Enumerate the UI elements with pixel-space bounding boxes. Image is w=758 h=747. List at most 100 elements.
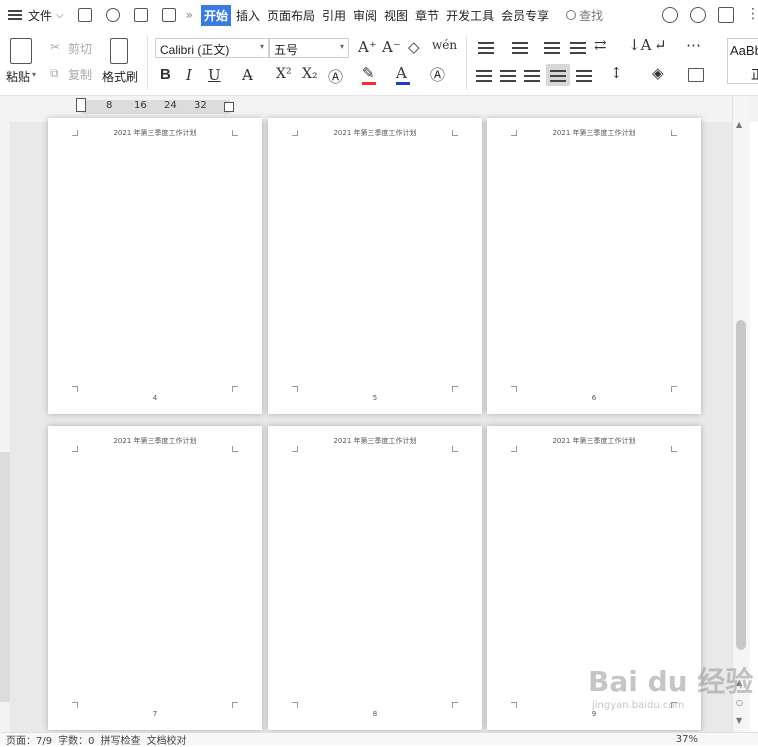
underline-button[interactable]: U xyxy=(208,66,221,84)
tab-view[interactable]: 视图 xyxy=(382,5,410,26)
tab-review[interactable]: 审阅 xyxy=(351,5,379,26)
page[interactable]: 2021 年第三季度工作计划 6 xyxy=(487,118,701,414)
grow-font-icon[interactable]: A⁺ xyxy=(358,38,377,56)
superscript-button[interactable]: X² xyxy=(276,66,292,82)
highlight-icon[interactable]: ✎ xyxy=(362,64,375,82)
format-painter-icon[interactable] xyxy=(110,38,128,64)
phonetic-guide-icon[interactable]: wén xyxy=(432,38,457,52)
doc-check-button[interactable]: 文档校对 xyxy=(146,732,186,747)
margin-corner xyxy=(671,386,677,392)
more-quick-access[interactable]: » xyxy=(186,8,193,22)
paste-icon[interactable] xyxy=(10,38,32,64)
margin-corner xyxy=(452,130,458,136)
page-header: 2021 年第三季度工作计划 xyxy=(333,437,417,445)
tab-page-layout[interactable]: 页面布局 xyxy=(265,5,317,26)
bullet-list-icon[interactable] xyxy=(478,42,494,54)
right-indent-marker[interactable] xyxy=(224,102,234,112)
align-center-icon[interactable] xyxy=(500,70,516,82)
highlight-color-bar xyxy=(362,82,376,85)
divider xyxy=(466,36,467,90)
print-preview-icon[interactable] xyxy=(161,8,176,22)
chevron-down-icon[interactable]: ⌵ xyxy=(56,10,64,21)
save-icon[interactable] xyxy=(77,8,92,22)
char-border-icon[interactable]: Ⓐ xyxy=(430,64,445,85)
margin-corner xyxy=(511,386,517,392)
margin-corner xyxy=(452,386,458,392)
table-border-icon[interactable]: ⋯ xyxy=(686,36,701,54)
export-icon[interactable] xyxy=(105,8,120,22)
page-header: 2021 年第三季度工作计划 xyxy=(552,129,636,137)
increase-indent-icon[interactable] xyxy=(570,42,586,54)
scroll-down-icon[interactable]: ▼ xyxy=(736,716,742,725)
scroll-up-icon[interactable]: ▲ xyxy=(736,120,742,129)
page-number: 8 xyxy=(372,710,378,718)
shading-icon[interactable]: ◈ xyxy=(652,64,664,82)
strikethrough-icon[interactable]: A̶ xyxy=(242,66,253,84)
distributed-icon[interactable] xyxy=(576,70,592,82)
borders-icon[interactable] xyxy=(688,68,704,82)
justify-button[interactable] xyxy=(546,64,570,86)
format-painter-button[interactable]: 格式刷 xyxy=(102,68,138,85)
cloud-icon[interactable] xyxy=(662,7,678,23)
copy-button[interactable]: 复制 xyxy=(68,66,92,83)
clear-format-icon[interactable]: ◇ xyxy=(408,38,420,56)
paste-label[interactable]: 粘贴 xyxy=(6,68,30,85)
page[interactable]: 2021 年第三季度工作计划 4 xyxy=(48,118,262,414)
tab-developer[interactable]: 开发工具 xyxy=(444,5,496,26)
page-number: 4 xyxy=(152,394,158,402)
tab-home[interactable]: 开始 xyxy=(200,4,231,26)
tab-references[interactable]: 引用 xyxy=(320,5,348,26)
text-effect-icon[interactable]: Ⓐ xyxy=(328,66,343,87)
margin-corner xyxy=(511,446,517,452)
page[interactable]: 2021 年第三季度工作计划 7 xyxy=(48,426,262,730)
margin-corner xyxy=(232,446,238,452)
shrink-font-icon[interactable]: A⁻ xyxy=(382,38,401,56)
page[interactable]: 2021 年第三季度工作计划 5 xyxy=(268,118,482,414)
decrease-indent-icon[interactable] xyxy=(544,42,560,54)
show-marks-icon[interactable]: ↵ xyxy=(654,36,667,54)
word-count[interactable]: 字数：0 xyxy=(58,732,94,747)
tab-insert[interactable]: 插入 xyxy=(234,5,262,26)
margin-corner xyxy=(511,130,517,136)
chinese-layout-icon[interactable]: ⇄ xyxy=(594,36,607,54)
numbered-list-icon[interactable] xyxy=(512,42,528,54)
print-icon[interactable] xyxy=(133,8,148,22)
italic-button[interactable]: I xyxy=(186,66,192,84)
ribbon-tabs: 开始 插入 页面布局 引用 审阅 视图 章节 开发工具 会员专享 xyxy=(200,4,554,26)
font-color-icon[interactable]: A xyxy=(396,64,407,82)
user-icon[interactable] xyxy=(690,7,706,23)
scrollbar-thumb[interactable] xyxy=(736,320,746,650)
page[interactable]: 2021 年第三季度工作计划 8 xyxy=(268,426,482,730)
margin-corner xyxy=(232,702,238,708)
font-size-select[interactable]: 五号 ▾ xyxy=(269,38,349,58)
search-box[interactable]: 查找 xyxy=(566,7,603,24)
spellcheck-button[interactable]: 拼写检查 xyxy=(100,732,140,747)
zoom-level[interactable]: 37% xyxy=(676,734,698,745)
page-indicator[interactable]: 页面：7/9 xyxy=(6,732,52,747)
line-spacing-icon[interactable]: ↕ xyxy=(610,64,623,82)
bold-button[interactable]: B xyxy=(160,66,171,83)
left-indent-marker[interactable] xyxy=(76,98,86,112)
more-options-icon[interactable]: ⋮ xyxy=(746,7,758,23)
font-name-select[interactable]: Calibri (正文) ▾ xyxy=(155,38,269,58)
cut-button[interactable]: 剪切 xyxy=(68,40,92,57)
margin-corner xyxy=(452,446,458,452)
search-label: 查找 xyxy=(579,8,604,23)
file-menu[interactable]: 文件 xyxy=(28,7,52,24)
sort-icon[interactable]: ↓A xyxy=(628,36,651,54)
cut-icon[interactable]: ✂ xyxy=(50,40,60,54)
document-canvas[interactable]: 2021 年第三季度工作计划 4 2021 年第三季度工作计划 5 2021 年… xyxy=(10,118,732,732)
copy-icon[interactable]: ⧉ xyxy=(50,66,59,81)
paste-dropdown-icon[interactable]: ▾ xyxy=(32,70,36,79)
window-actions: ⋮ xyxy=(662,7,758,23)
subscript-button[interactable]: X₂ xyxy=(302,66,318,82)
align-right-icon[interactable] xyxy=(524,70,540,82)
tab-member[interactable]: 会员专享 xyxy=(499,5,551,26)
share-icon[interactable] xyxy=(718,7,734,23)
margin-corner xyxy=(72,446,78,452)
style-gallery[interactable]: AaBb 正 xyxy=(727,38,758,84)
menu-icon[interactable] xyxy=(8,10,22,20)
tab-section[interactable]: 章节 xyxy=(413,5,441,26)
margin-corner xyxy=(671,130,677,136)
align-left-icon[interactable] xyxy=(476,70,492,82)
